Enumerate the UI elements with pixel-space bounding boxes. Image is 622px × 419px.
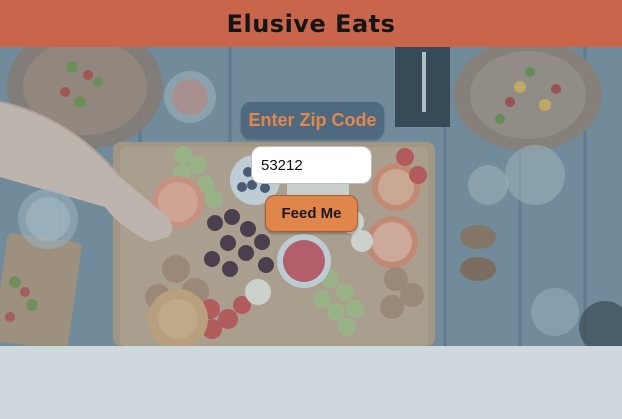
zip-code-input[interactable]: [251, 146, 372, 184]
hero-food-image: Enter Zip Code Feed Me: [0, 47, 622, 346]
site-header: Elusive Eats: [0, 0, 622, 47]
zip-code-label: Enter Zip Code: [241, 102, 384, 139]
page-footer-area: [0, 346, 622, 419]
site-title: Elusive Eats: [226, 9, 396, 38]
feed-me-button[interactable]: Feed Me: [265, 195, 358, 232]
